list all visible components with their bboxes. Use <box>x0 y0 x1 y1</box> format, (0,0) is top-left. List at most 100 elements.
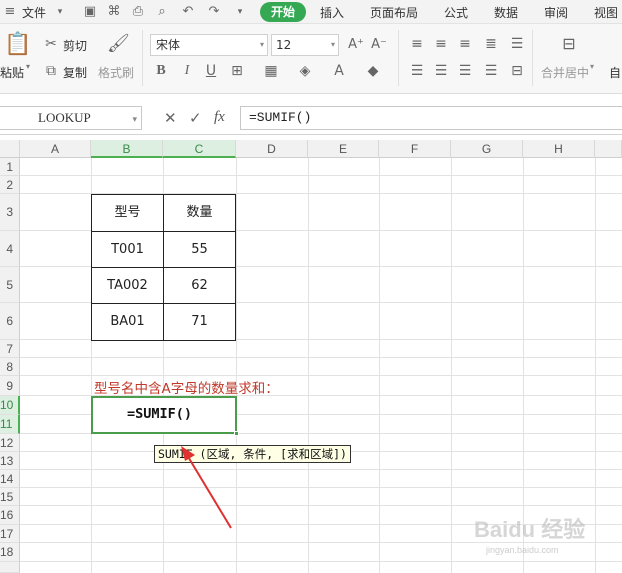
underline-icon[interactable]: U <box>202 62 220 80</box>
cell-style-icon[interactable]: ▦ <box>262 62 280 80</box>
undo-icon[interactable]: ↶ <box>180 4 196 20</box>
copy-button[interactable]: 复制 <box>63 64 87 81</box>
file-menu[interactable]: 文件 <box>22 4 46 21</box>
formula-input[interactable]: =SUMIF() <box>240 106 622 130</box>
menu-bar: ≡ 文件 ▾ ▣ ⌘ ⎙ ⌕ ↶ ↷ ▾ 开始 插入 页面布局 公式 数据 审阅… <box>0 0 622 24</box>
row-header[interactable]: 13 <box>0 452 20 470</box>
italic-icon[interactable]: I <box>178 62 196 80</box>
clear-icon[interactable]: ◆ <box>364 62 382 80</box>
row-header[interactable]: 10 <box>0 396 20 415</box>
table-cell[interactable]: BA01 <box>91 303 164 341</box>
column-header-h[interactable]: H <box>523 140 595 158</box>
table-cell[interactable]: T001 <box>91 231 164 268</box>
cut-button[interactable]: 剪切 <box>63 37 87 54</box>
confirm-icon[interactable]: ✓ <box>189 109 202 127</box>
row-header[interactable]: 18 <box>0 543 20 562</box>
column-header-f[interactable]: F <box>379 140 451 158</box>
align-top-icon[interactable]: ≡ <box>408 35 426 53</box>
column-header-a[interactable]: A <box>20 140 91 158</box>
increase-font-icon[interactable]: A⁺ <box>347 36 365 54</box>
align-right-icon[interactable]: ☰ <box>456 62 474 80</box>
watermark-url: jingyan.baidu.com <box>486 545 559 555</box>
orientation-icon[interactable]: ≣ <box>482 35 500 53</box>
save-icon[interactable]: ▣ <box>82 4 98 20</box>
grid-line <box>451 158 452 573</box>
table-cell[interactable]: 55 <box>163 231 236 268</box>
font-color-icon[interactable]: A <box>330 62 348 80</box>
column-header-d[interactable]: D <box>236 140 308 158</box>
row-header[interactable] <box>0 562 20 573</box>
table-header-cell[interactable]: 数量 <box>163 194 236 232</box>
print-preview-icon[interactable]: ⌕ <box>154 4 170 20</box>
format-icon[interactable]: ⌘ <box>106 4 122 20</box>
tab-view[interactable]: 视图 <box>594 4 618 21</box>
print-icon[interactable]: ⎙ <box>130 4 146 20</box>
menu-icon[interactable]: ≡ <box>2 4 18 20</box>
tab-data[interactable]: 数据 <box>494 4 518 21</box>
column-header-next[interactable] <box>595 140 622 158</box>
table-header-cell[interactable]: 型号 <box>91 194 164 232</box>
row-header[interactable]: 12 <box>0 434 20 452</box>
border-icon[interactable]: ⊞ <box>228 62 246 80</box>
font-size-select[interactable]: 12 ▾ <box>271 34 339 56</box>
grid-line <box>379 158 380 573</box>
column-header-e[interactable]: E <box>308 140 379 158</box>
table-cell[interactable]: 71 <box>163 303 236 341</box>
column-header-c[interactable]: C <box>163 140 236 158</box>
copy-icon: ⧉ <box>46 63 56 79</box>
table-cell[interactable]: TA002 <box>91 267 164 304</box>
watermark-logo: Baidu 经验 <box>474 517 586 542</box>
row-header[interactable]: 5 <box>0 267 20 303</box>
tab-home[interactable]: 开始 <box>260 2 306 22</box>
row-header[interactable]: 8 <box>0 358 20 376</box>
row-header[interactable]: 1 <box>0 158 20 176</box>
chevron-down-icon: ▾ <box>259 40 264 49</box>
row-header[interactable]: 6 <box>0 303 20 340</box>
bold-icon[interactable]: B <box>152 62 170 80</box>
fill-handle[interactable] <box>234 431 239 436</box>
fill-color-icon[interactable]: ◈ <box>296 62 314 80</box>
merge-center-button[interactable]: 合并居中 <box>541 64 589 81</box>
grid-line <box>523 158 524 573</box>
tab-formulas[interactable]: 公式 <box>444 4 468 21</box>
font-name-select[interactable]: 宋体 ▾ <box>150 34 268 56</box>
redo-icon[interactable]: ↷ <box>206 4 222 20</box>
chevron-down-icon[interactable]: ▾ <box>590 62 594 71</box>
tab-insert[interactable]: 插入 <box>320 4 344 21</box>
select-all-corner[interactable] <box>0 140 20 158</box>
row-header[interactable]: 2 <box>0 176 20 194</box>
cancel-icon[interactable]: ✕ <box>164 109 177 127</box>
row-header[interactable]: 15 <box>0 488 20 506</box>
table-cell[interactable]: 62 <box>163 267 236 304</box>
paste-label: 粘贴 <box>0 66 25 80</box>
name-box[interactable]: LOOKUP ▾ <box>0 106 142 130</box>
decrease-font-icon[interactable]: A⁻ <box>370 36 388 54</box>
tab-review[interactable]: 审阅 <box>544 4 568 21</box>
justify-icon[interactable]: ☰ <box>482 62 500 80</box>
column-header-b[interactable]: B <box>91 140 163 158</box>
row-header[interactable]: 11 <box>0 415 20 434</box>
row-header[interactable]: 16 <box>0 506 20 525</box>
distribute-icon[interactable]: ⊟ <box>508 62 526 80</box>
wrap-text-button[interactable]: 自 <box>609 64 621 81</box>
row-header[interactable]: 7 <box>0 340 20 358</box>
row-header[interactable]: 9 <box>0 376 20 396</box>
grid-line <box>20 487 622 488</box>
align-center-icon[interactable]: ☰ <box>432 62 450 80</box>
align-middle-icon[interactable]: ≡ <box>432 35 450 53</box>
paste-icon: 📋 <box>4 32 32 57</box>
column-header-g[interactable]: G <box>451 140 523 158</box>
align-bottom-icon[interactable]: ≡ <box>456 35 474 53</box>
row-header[interactable]: 14 <box>0 470 20 488</box>
align-left-icon[interactable]: ☰ <box>408 62 426 80</box>
row-header[interactable]: 3 <box>0 194 20 231</box>
customize-icon[interactable]: ▾ <box>232 4 248 20</box>
chevron-down-icon[interactable]: ▾ <box>26 62 30 71</box>
row-header[interactable]: 4 <box>0 231 20 267</box>
chevron-down-icon[interactable]: ▾ <box>52 4 68 20</box>
indent-icon[interactable]: ☰ <box>508 35 526 53</box>
tab-page-layout[interactable]: 页面布局 <box>370 4 418 21</box>
row-header[interactable]: 17 <box>0 525 20 543</box>
format-painter-button[interactable]: 格式刷 <box>98 64 134 81</box>
insert-function-button[interactable]: fx <box>214 109 225 126</box>
